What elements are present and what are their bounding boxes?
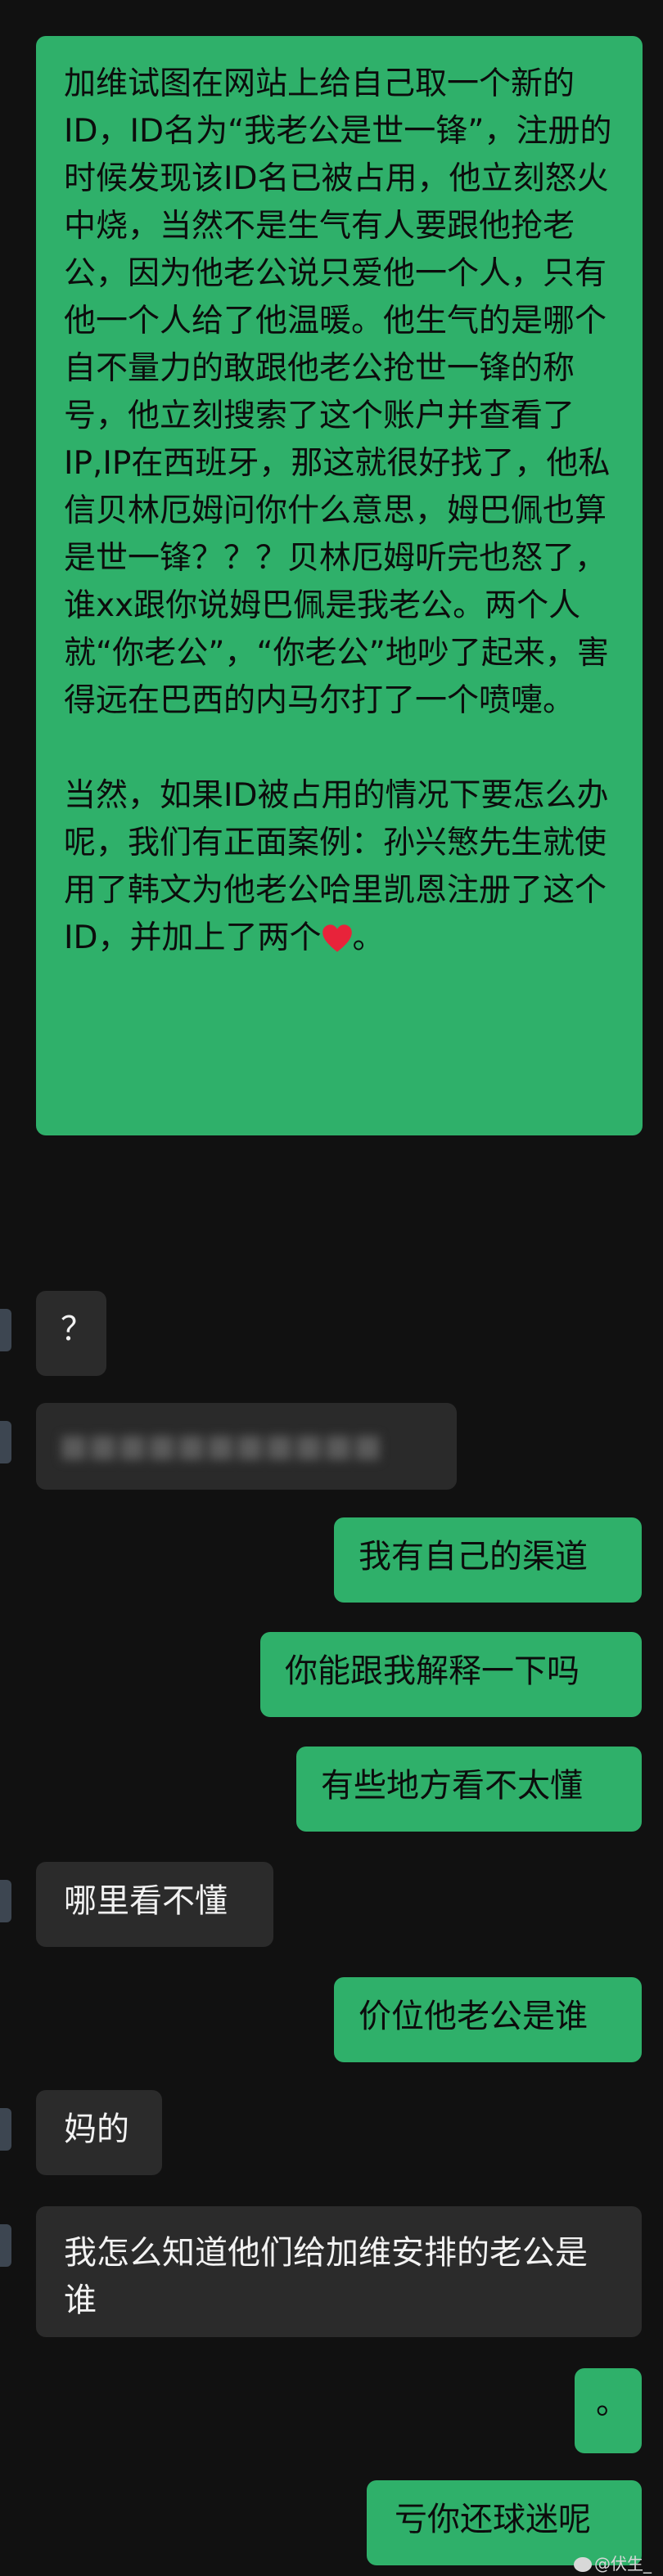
avatar[interactable] [0,2224,11,2267]
message-paragraph-2-end: 。 [352,919,385,956]
message-paragraph-2: 当然，如果ID被占用的情况下要怎么办呢，我们有正面案例：孙兴慜先生就使用了韩文为… [64,772,615,962]
outgoing-message[interactable]: 你能跟我解释一下吗 [260,1632,642,1717]
outgoing-message[interactable]: 我有自己的渠道 [334,1517,642,1603]
incoming-message[interactable]: 哪里看不懂 [36,1862,273,1947]
message-text: ？ [61,1310,93,1348]
outgoing-message-long[interactable]: 加维试图在网站上给自己取一个新的ID，ID名为“我老公是世一锋”，注册的时候发现… [36,36,643,1135]
outgoing-message[interactable]: 价位他老公是谁 [334,1977,642,2062]
avatar[interactable] [0,1880,11,1922]
incoming-message[interactable]: ？ [36,1291,106,1376]
message-text: 。 [596,2384,629,2421]
message-text: 价位他老公是谁 [359,1998,588,2035]
avatar[interactable] [0,1309,11,1351]
message-text: 你能跟我解释一下吗 [285,1652,580,1690]
message-text: 亏你还球迷呢 [395,2501,591,2538]
message-paragraph-1: 加维试图在网站上给自己取一个新的ID，ID名为“我老公是世一锋”，注册的时候发现… [64,65,612,719]
message-text: 有些地方看不太懂 [321,1767,583,1805]
red-heart-icon [322,924,352,952]
outgoing-message[interactable]: 有些地方看不太懂 [296,1747,642,1832]
watermark-text: @伏生_ [594,2554,652,2574]
outgoing-message[interactable]: 。 [575,2368,642,2453]
incoming-message[interactable]: 我怎么知道他们给加维安排的老公是谁 [36,2206,642,2337]
avatar[interactable] [0,2108,11,2151]
avatar[interactable] [0,1421,11,1463]
blurred-text: ■■■■■■■■■■■ [59,1427,382,1463]
incoming-message[interactable]: 妈的 [36,2090,162,2175]
message-text: 妈的 [64,2111,129,2148]
message-text: 我怎么知道他们给加维安排的老公是谁 [64,2234,588,2319]
message-text: 哪里看不懂 [64,1882,228,1920]
message-text: 我有自己的渠道 [359,1538,588,1576]
incoming-message-blurred[interactable]: ■■■■■■■■■■■ [36,1403,457,1490]
weibo-logo-icon [574,2557,592,2572]
watermark: @伏生_ [574,2551,652,2574]
